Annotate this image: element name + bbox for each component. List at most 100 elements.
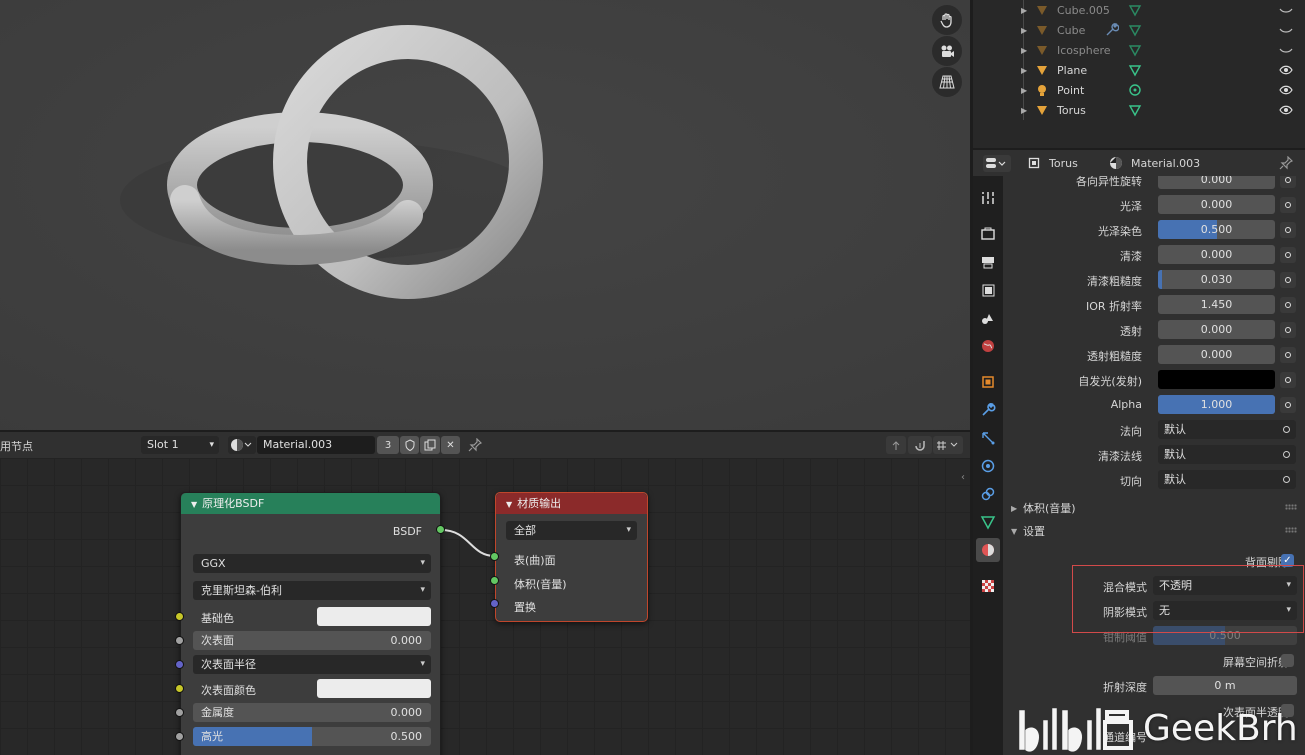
base-color-swatch[interactable] bbox=[317, 607, 431, 626]
expand-arrow-icon[interactable]: ▶ bbox=[1021, 106, 1027, 115]
hand-pan-icon[interactable] bbox=[932, 5, 962, 35]
keyframe-dot-icon[interactable] bbox=[1280, 347, 1296, 363]
keyframe-dot-icon[interactable] bbox=[1280, 297, 1296, 313]
outliner-item[interactable]: ▶ Cube.005 bbox=[973, 0, 1305, 20]
pin-icon[interactable] bbox=[468, 438, 482, 452]
base-color-socket[interactable] bbox=[175, 612, 184, 621]
eye-closed-icon[interactable] bbox=[1279, 3, 1293, 20]
keyframe-dot-icon[interactable] bbox=[1280, 247, 1296, 263]
modifier-wrench-icon[interactable] bbox=[1105, 23, 1120, 40]
sidebar-toggle-arrow-icon[interactable]: ‹ bbox=[961, 472, 965, 483]
subsurface-color-socket[interactable] bbox=[175, 684, 184, 693]
grid-perspective-icon[interactable] bbox=[932, 67, 962, 97]
outliner-item[interactable]: ▶ Torus bbox=[973, 100, 1305, 120]
world-icon[interactable] bbox=[976, 334, 1000, 358]
property-value-field[interactable]: 0.500 bbox=[1158, 220, 1275, 239]
output-icon[interactable] bbox=[976, 250, 1000, 274]
snap-magnet-icon[interactable] bbox=[908, 436, 932, 454]
vector-input-selector[interactable]: 默认 bbox=[1158, 470, 1296, 489]
slot-dropdown[interactable]: Slot 1 ▾ bbox=[141, 436, 219, 454]
expand-arrow-icon[interactable]: ▶ bbox=[1021, 86, 1027, 95]
outliner-item[interactable]: ▶ Cube bbox=[973, 20, 1305, 40]
expand-arrow-icon[interactable]: ▶ bbox=[1021, 6, 1027, 15]
vector-input-selector[interactable]: 默认 bbox=[1158, 420, 1296, 439]
emission-color-swatch[interactable] bbox=[1158, 370, 1275, 389]
mesh-data-icon[interactable] bbox=[1128, 103, 1142, 120]
metallic-field[interactable]: 金属度 0.000 bbox=[193, 703, 431, 722]
metallic-socket[interactable] bbox=[175, 708, 184, 717]
subsurface-method-dropdown[interactable]: 克里斯坦森-伯利 ▾ bbox=[193, 581, 431, 600]
camera-icon[interactable] bbox=[932, 36, 962, 66]
texture-checker-icon[interactable] bbox=[976, 574, 1000, 598]
mesh-data-icon[interactable] bbox=[1128, 3, 1142, 20]
principled-bsdf-node[interactable]: ▼ 原理化BSDF BSDF GGX ▾ 克里斯坦森-伯利 ▾ 基础色 次表面 0.00… bbox=[180, 492, 441, 755]
subsurface-radius-socket[interactable] bbox=[175, 660, 184, 669]
scene-icon[interactable] bbox=[976, 306, 1000, 330]
keyframe-dot-icon[interactable] bbox=[1280, 322, 1296, 338]
property-value-field[interactable]: 0.000 bbox=[1158, 176, 1275, 189]
eye-icon[interactable] bbox=[1279, 103, 1293, 120]
snap-grid-icon[interactable] bbox=[933, 436, 963, 454]
keyframe-dot-icon[interactable] bbox=[1280, 176, 1296, 188]
collapse-triangle-icon[interactable]: ▼ bbox=[506, 500, 512, 509]
outliner-item[interactable]: ▶ Icosphere bbox=[973, 40, 1305, 60]
refraction-depth-field[interactable]: 0 m bbox=[1153, 676, 1297, 695]
3d-viewport[interactable] bbox=[0, 0, 970, 430]
duplicate-material-icon[interactable] bbox=[420, 436, 440, 454]
material-output-node[interactable]: ▼ 材质输出 全部 ▾ 表(曲)面 体积(音量) 置换 bbox=[495, 492, 648, 622]
expand-arrow-icon[interactable]: ▶ bbox=[1021, 66, 1027, 75]
expand-arrow-icon[interactable]: ▶ bbox=[1021, 26, 1027, 35]
output-target-dropdown[interactable]: 全部 ▾ bbox=[506, 521, 637, 540]
specular-field[interactable]: 高光 0.500 bbox=[193, 727, 431, 746]
drag-grip-icon[interactable] bbox=[1285, 504, 1297, 510]
property-value-field[interactable]: 0.000 bbox=[1158, 345, 1275, 364]
bsdf-node-header[interactable]: ▼ 原理化BSDF bbox=[181, 493, 440, 514]
editor-type-button[interactable] bbox=[983, 155, 1011, 172]
subsurface-color-swatch[interactable] bbox=[317, 679, 431, 698]
volume-input-socket[interactable] bbox=[490, 576, 499, 585]
user-count-button[interactable]: 3 bbox=[377, 436, 399, 454]
mesh-data-icon[interactable] bbox=[1128, 63, 1142, 80]
ssr-checkbox[interactable] bbox=[1281, 654, 1294, 667]
property-value-field[interactable]: 1.000 bbox=[1158, 395, 1275, 414]
material-tab-icon[interactable] bbox=[976, 538, 1000, 562]
distribution-dropdown[interactable]: GGX ▾ bbox=[193, 554, 431, 573]
property-value-field[interactable]: 0.030 bbox=[1158, 270, 1275, 289]
parent-node-tree-icon[interactable] bbox=[886, 436, 906, 454]
keyframe-dot-icon[interactable] bbox=[1280, 272, 1296, 288]
eye-icon[interactable] bbox=[1279, 83, 1293, 100]
collapse-triangle-icon[interactable]: ▼ bbox=[191, 500, 197, 509]
specular-socket[interactable] bbox=[175, 732, 184, 741]
mesh-data-icon[interactable] bbox=[1128, 23, 1142, 40]
node-editor-canvas[interactable]: ▼ 原理化BSDF BSDF GGX ▾ 克里斯坦森-伯利 ▾ 基础色 次表面 0.00… bbox=[0, 458, 970, 755]
eye-icon[interactable] bbox=[1279, 63, 1293, 80]
render-icon[interactable] bbox=[976, 222, 1000, 246]
tool-settings-icon[interactable] bbox=[976, 186, 1000, 210]
outliner-item[interactable]: ▶ Point bbox=[973, 80, 1305, 100]
keyframe-dot-icon[interactable] bbox=[1280, 397, 1296, 413]
physics-icon[interactable] bbox=[976, 454, 1000, 478]
use-nodes-label[interactable]: 用节点 bbox=[0, 438, 33, 454]
subsurface-socket[interactable] bbox=[175, 636, 184, 645]
property-value-field[interactable]: 0.000 bbox=[1158, 245, 1275, 264]
outliner-item[interactable]: ▶ Plane bbox=[973, 60, 1305, 80]
unlink-close-icon[interactable]: ✕ bbox=[441, 436, 460, 454]
modifier-wrench-icon[interactable] bbox=[976, 398, 1000, 422]
particles-icon[interactable] bbox=[976, 426, 1000, 450]
expand-arrow-icon[interactable]: ▶ bbox=[1021, 46, 1027, 55]
constraints-icon[interactable] bbox=[976, 482, 1000, 506]
eye-closed-icon[interactable] bbox=[1279, 43, 1293, 60]
pin-icon[interactable] bbox=[1279, 156, 1293, 170]
drag-grip-icon[interactable] bbox=[1285, 527, 1297, 533]
keyframe-dot-icon[interactable] bbox=[1280, 197, 1296, 213]
property-value-field[interactable]: 1.450 bbox=[1158, 295, 1275, 314]
subsurface-field[interactable]: 次表面 0.000 bbox=[193, 631, 431, 650]
view-layer-icon[interactable] bbox=[976, 278, 1000, 302]
mesh-data-icon[interactable] bbox=[1128, 43, 1142, 60]
property-value-field[interactable]: 0.000 bbox=[1158, 320, 1275, 339]
panel-settings[interactable]: ▼ 设置 bbox=[1003, 520, 1305, 542]
eye-closed-icon[interactable] bbox=[1279, 23, 1293, 40]
output-node-header[interactable]: ▼ 材质输出 bbox=[496, 493, 647, 514]
object-properties-icon[interactable] bbox=[976, 370, 1000, 394]
fake-user-shield-icon[interactable] bbox=[400, 436, 419, 454]
